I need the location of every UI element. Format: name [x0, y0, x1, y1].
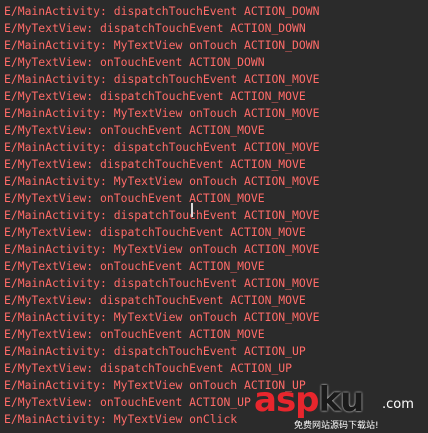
watermark-domain-suffix: .com	[382, 397, 414, 412]
log-line[interactable]: E/MainActivity: dispatchTouchEvent ACTIO…	[4, 343, 428, 360]
text-cursor	[191, 203, 193, 217]
log-line[interactable]: E/MyTextView: dispatchTouchEvent ACTION_…	[4, 88, 428, 105]
logcat-output[interactable]: E/MainActivity: dispatchTouchEvent ACTIO…	[0, 0, 428, 433]
log-line[interactable]: E/MyTextView: onTouchEvent ACTION_MOVE	[4, 326, 428, 343]
log-line[interactable]: E/MyTextView: onTouchEvent ACTION_DOWN	[4, 54, 428, 71]
watermark-logo: aspku .com 免费网站源码下载站!	[254, 380, 424, 431]
log-line[interactable]: E/MyTextView: dispatchTouchEvent ACTION_…	[4, 20, 428, 37]
log-line[interactable]: E/MyTextView: dispatchTouchEvent ACTION_…	[4, 292, 428, 309]
watermark-brand: aspku	[254, 380, 365, 420]
log-line[interactable]: E/MainActivity: dispatchTouchEvent ACTIO…	[4, 3, 428, 20]
log-line[interactable]: E/MainActivity: dispatchTouchEvent ACTIO…	[4, 275, 428, 292]
watermark-brand-red: asp	[254, 380, 320, 420]
log-line[interactable]: E/MyTextView: onTouchEvent ACTION_MOVE	[4, 258, 428, 275]
log-line[interactable]: E/MyTextView: dispatchTouchEvent ACTION_…	[4, 156, 428, 173]
log-line[interactable]: E/MainActivity: dispatchTouchEvent ACTIO…	[4, 71, 428, 88]
log-line[interactable]: E/MyTextView: dispatchTouchEvent ACTION_…	[4, 224, 428, 241]
watermark-tagline: 免费网站源码下载站!	[294, 421, 379, 431]
log-line[interactable]: E/MyTextView: onTouchEvent ACTION_MOVE	[4, 190, 428, 207]
log-line[interactable]: E/MainActivity: MyTextView onTouch ACTIO…	[4, 37, 428, 54]
log-line[interactable]: E/MainActivity: MyTextView onTouch ACTIO…	[4, 173, 428, 190]
log-line[interactable]: E/MainActivity: dispatchTouchEvent ACTIO…	[4, 139, 428, 156]
watermark-brand-dark: ku	[318, 380, 365, 420]
log-line[interactable]: E/MainActivity: dispatchTouchEvent ACTIO…	[4, 207, 428, 224]
log-line[interactable]: E/MyTextView: onTouchEvent ACTION_MOVE	[4, 122, 428, 139]
log-line[interactable]: E/MainActivity: MyTextView onTouch ACTIO…	[4, 309, 428, 326]
log-line[interactable]: E/MyTextView: dispatchTouchEvent ACTION_…	[4, 360, 428, 377]
log-line[interactable]: E/MainActivity: MyTextView onTouch ACTIO…	[4, 105, 428, 122]
log-line[interactable]: E/MainActivity: MyTextView onTouch ACTIO…	[4, 241, 428, 258]
